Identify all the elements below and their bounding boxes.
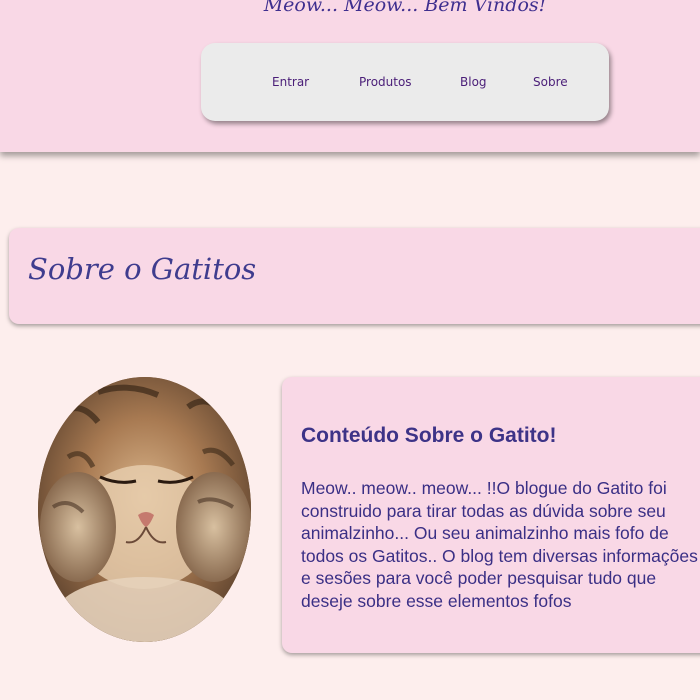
welcome-banner: Meow... Meow... Bem Vindos!: [263, 0, 547, 16]
main-nav: Entrar Produtos Blog Sobre: [201, 43, 609, 121]
site-header: Meow... Meow... Bem Vindos! Entrar Produ…: [0, 0, 700, 152]
nav-item-produtos[interactable]: Produtos: [359, 75, 412, 89]
nav-item-entrar[interactable]: Entrar: [272, 75, 309, 89]
nav-item-sobre[interactable]: Sobre: [533, 75, 568, 89]
content-card: Conteúdo Sobre o Gatito! Meow.. meow.. m…: [282, 377, 700, 653]
section-title-bar: Sobre o Gatitos: [9, 228, 700, 324]
nav-item-blog[interactable]: Blog: [460, 75, 487, 89]
cat-photo: [38, 377, 251, 642]
card-text: Meow.. meow.. meow... !!O blogue do Gati…: [301, 478, 698, 611]
page-title: Sobre o Gatitos: [28, 252, 257, 286]
card-title: Conteúdo Sobre o Gatito!: [301, 424, 557, 447]
cat-illustration: [38, 377, 251, 642]
